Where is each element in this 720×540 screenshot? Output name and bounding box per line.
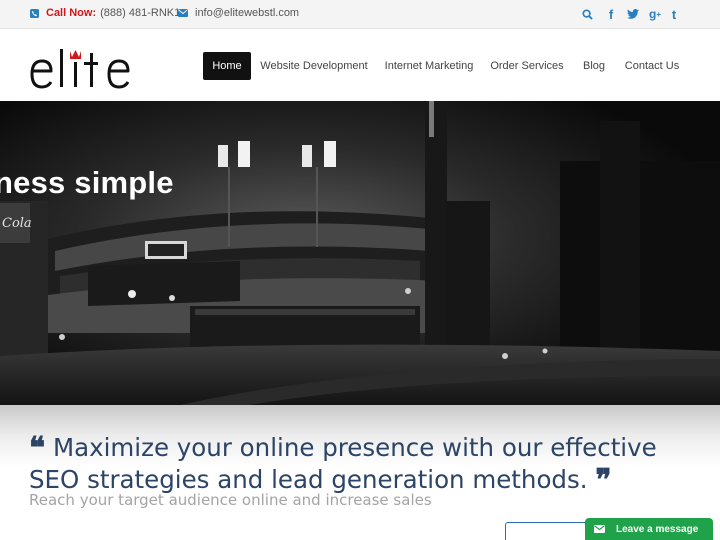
nav-blog[interactable]: Blog — [580, 52, 608, 80]
tumblr-icon[interactable]: t — [668, 6, 680, 22]
chat-label: Leave a message — [616, 523, 699, 535]
phone-icon — [30, 8, 39, 18]
twitter-icon[interactable] — [625, 6, 641, 22]
nav-order-services[interactable]: Order Services — [489, 52, 565, 80]
envelope-icon — [594, 525, 605, 533]
nav-internet-marketing[interactable]: Internet Marketing — [383, 52, 475, 80]
stadium-night-photo: Cola — [0, 101, 720, 405]
top-bar: Call Now: (888) 481-RNK1 info@elitewebst… — [0, 0, 720, 29]
email-info[interactable]: info@elitewebstl.com — [178, 7, 299, 19]
site-header: Home Website Development Internet Market… — [0, 29, 720, 101]
search-icon[interactable] — [580, 6, 594, 22]
envelope-icon — [178, 9, 188, 17]
nav-website-development[interactable]: Website Development — [260, 52, 368, 80]
nav-home[interactable]: Home — [203, 52, 251, 80]
svg-text:Cola: Cola — [2, 216, 32, 231]
email-link[interactable]: info@elitewebstl.com — [195, 7, 299, 19]
google-plus-icon[interactable]: g + — [647, 6, 663, 22]
quote-block: ❝ Maximize your online presence with our… — [29, 432, 699, 496]
main-nav: Home Website Development Internet Market… — [0, 52, 720, 80]
quote-close-icon: ❞ — [595, 463, 612, 498]
quote-subtitle: Reach your target audience online and in… — [29, 491, 432, 509]
call-now-label: Call Now: — [46, 7, 97, 19]
leave-message-widget[interactable]: Leave a message — [585, 518, 713, 540]
nav-contact-us[interactable]: Contact Us — [623, 52, 681, 80]
call-info[interactable]: Call Now: (888) 481-RNK1 — [30, 7, 180, 19]
hero-headline: ness simple — [0, 165, 174, 200]
facebook-icon[interactable]: f — [604, 6, 618, 22]
phone-number[interactable]: (888) 481-RNK1 — [100, 7, 180, 19]
hero-banner: Cola ness simple — [0, 101, 720, 405]
quote-text: Maximize your online presence with our e… — [29, 433, 657, 494]
quote-open-icon: ❝ — [29, 431, 46, 466]
cta-button[interactable] — [505, 522, 597, 540]
